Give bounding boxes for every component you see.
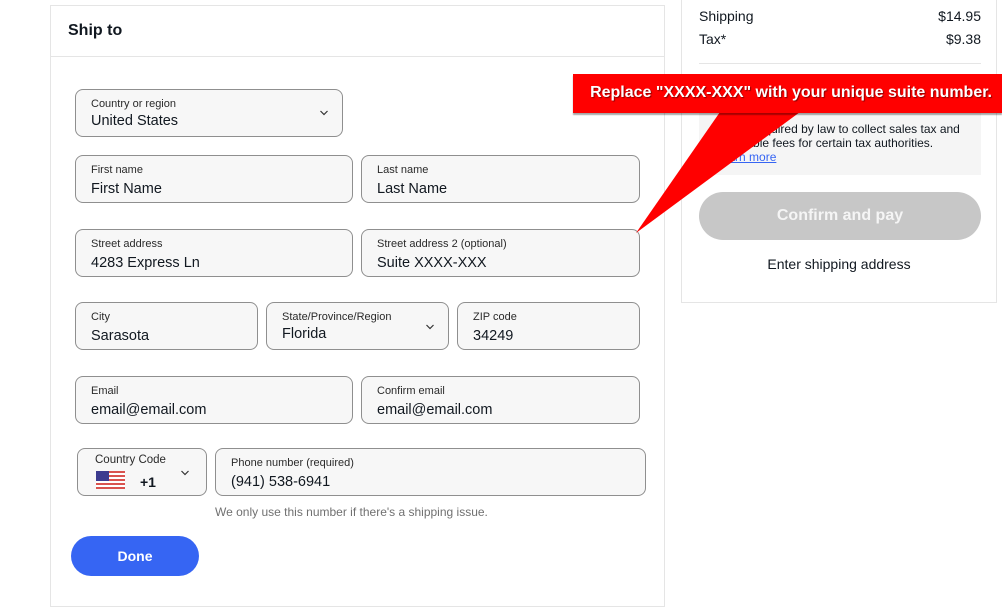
summary-value: $9.38 xyxy=(945,31,981,47)
confirm-email-field[interactable]: Confirm email email@email.com xyxy=(361,376,640,424)
summary-label: Tax* xyxy=(699,31,727,47)
state-value: Florida xyxy=(282,326,327,342)
confirm-and-pay-button[interactable]: Confirm and pay xyxy=(699,192,981,240)
last-name-value: Last Name xyxy=(377,181,448,197)
zip-code-field[interactable]: ZIP code 34249 xyxy=(457,302,640,350)
zip-code-value: 34249 xyxy=(473,328,514,344)
learn-more-link[interactable]: Learn more xyxy=(715,150,776,164)
street-address-2-label: Street address 2 (optional) xyxy=(377,238,507,250)
summary-row-shipping: Shipping $14.95 xyxy=(699,8,981,24)
city-label: City xyxy=(91,311,110,323)
country-code-select[interactable]: Country Code +1 xyxy=(77,448,207,496)
country-label: Country or region xyxy=(91,98,176,110)
chevron-down-icon xyxy=(320,110,328,116)
ship-to-title: Ship to xyxy=(68,22,123,39)
street-address-label: Street address xyxy=(91,238,163,250)
summary-label: Shipping xyxy=(699,8,754,24)
email-value: email@email.com xyxy=(91,402,207,418)
summary-value: $14.95 xyxy=(938,8,981,24)
phone-number-label: Phone number (required) xyxy=(231,457,354,469)
us-flag-icon xyxy=(96,471,125,489)
enter-shipping-address-text: Enter shipping address xyxy=(767,256,911,272)
first-name-field[interactable]: First name First Name xyxy=(75,155,353,203)
zip-code-label: ZIP code xyxy=(473,311,517,323)
confirm-email-label: Confirm email xyxy=(377,385,445,397)
chevron-down-icon xyxy=(181,470,189,476)
last-name-field[interactable]: Last name Last Name xyxy=(361,155,640,203)
phone-number-field[interactable]: Phone number (required) (941) 538-6941 xyxy=(215,448,646,496)
phone-number-value: (941) 538-6941 xyxy=(231,474,331,490)
country-code-label: Country Code xyxy=(95,454,166,466)
summary-divider xyxy=(699,63,981,64)
street-address-value: 4283 Express Ln xyxy=(91,255,200,271)
street-address-field[interactable]: Street address 4283 Express Ln xyxy=(75,229,353,277)
email-label: Email xyxy=(91,385,119,397)
summary-row-tax: Tax* $9.38 xyxy=(699,31,981,47)
email-field[interactable]: Email email@email.com xyxy=(75,376,353,424)
ship-to-header: Ship to xyxy=(51,6,664,57)
state-select[interactable]: State/Province/Region Florida xyxy=(266,302,449,350)
street-address-2-value: Suite XXXX-XXX xyxy=(377,255,487,271)
city-value: Sarasota xyxy=(91,328,150,344)
country-select[interactable]: Country or region United States xyxy=(75,89,343,137)
city-field[interactable]: City Sarasota xyxy=(75,302,258,350)
first-name-value: First Name xyxy=(91,181,162,197)
street-address-2-field[interactable]: Street address 2 (optional) Suite XXXX-X… xyxy=(361,229,640,277)
callout-text: Replace "XXXX-XXX" with your unique suit… xyxy=(590,84,992,101)
state-label: State/Province/Region xyxy=(282,311,392,323)
tax-note-text: *We're required by law to collect sales … xyxy=(715,122,960,150)
done-button[interactable]: Done xyxy=(71,536,199,576)
order-summary-panel: Shipping $14.95 Tax* $9.38 *We're requir… xyxy=(681,0,997,303)
first-name-label: First name xyxy=(91,164,143,176)
chevron-down-icon xyxy=(426,324,434,330)
phone-hint: We only use this number if there's a shi… xyxy=(215,505,488,519)
confirm-email-value: email@email.com xyxy=(377,402,493,418)
tax-note: *We're required by law to collect sales … xyxy=(699,112,981,175)
country-value: United States xyxy=(91,113,179,129)
country-code-value: +1 xyxy=(140,474,156,490)
last-name-label: Last name xyxy=(377,164,429,176)
callout-annotation: Replace "XXXX-XXX" with your unique suit… xyxy=(573,74,1002,113)
